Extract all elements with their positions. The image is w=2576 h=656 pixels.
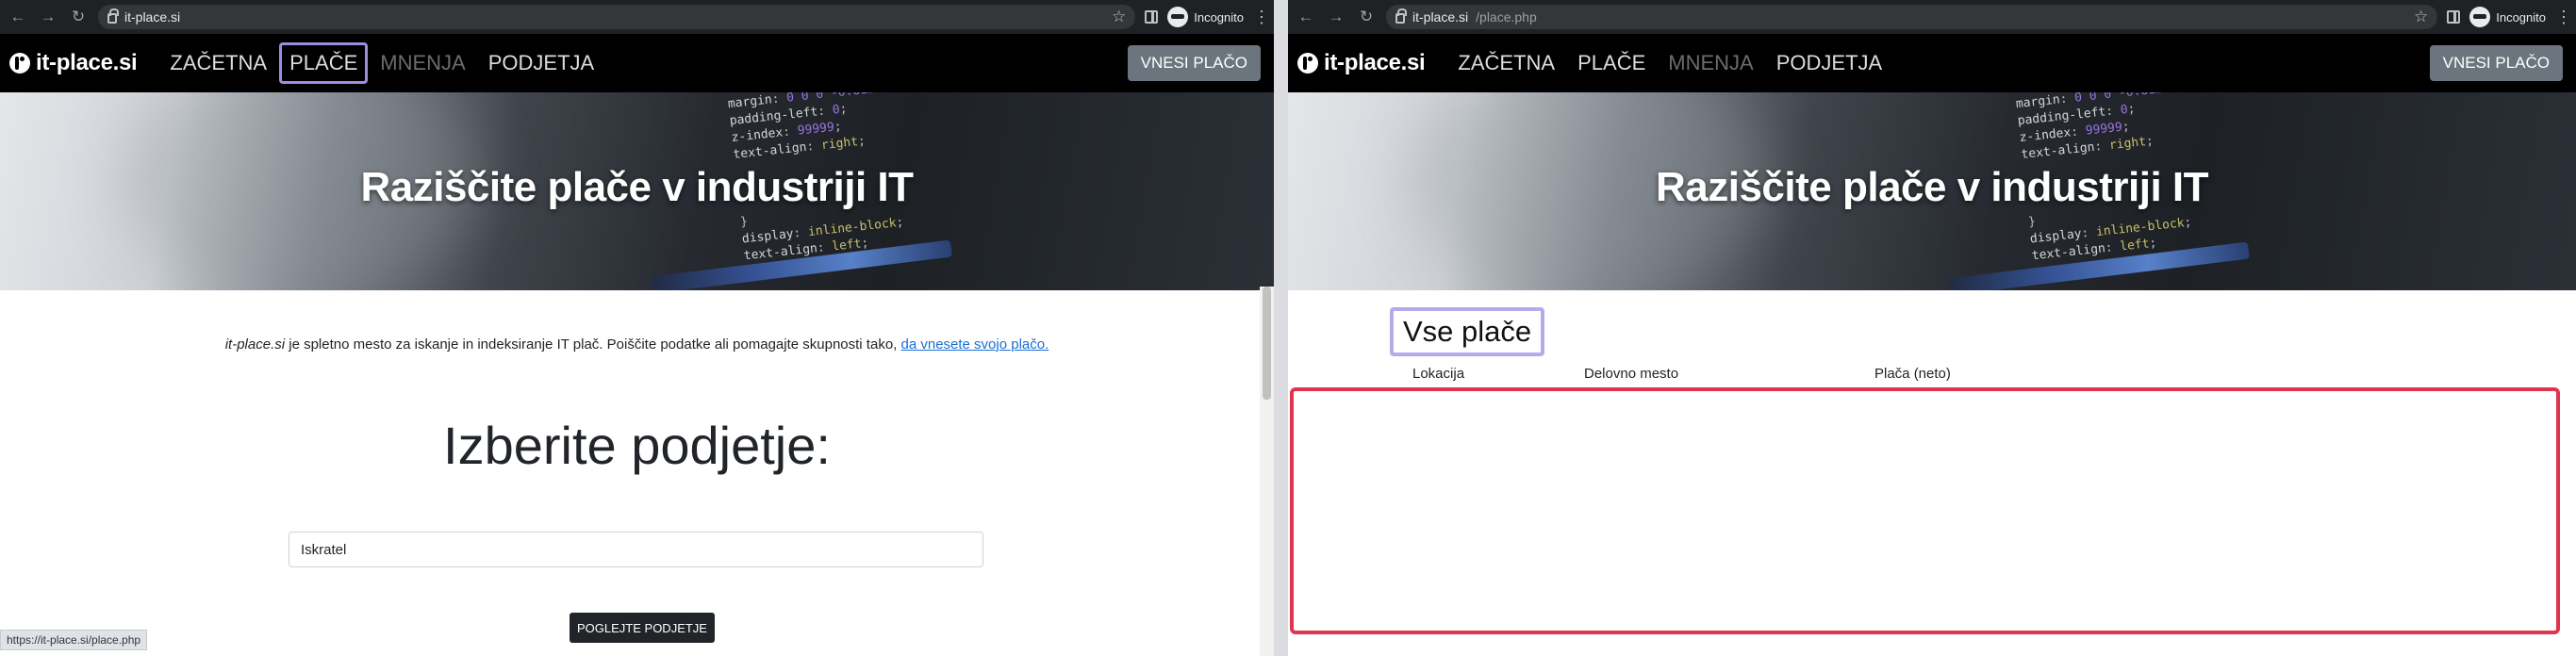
salary-results-area [1290, 387, 2560, 634]
brand-name: it-place.si [1324, 50, 1426, 75]
browser-toolbar: ← → ↻ it-place.si/place.php ☆ Incognito … [1288, 0, 2576, 34]
right-browser-window: ← → ↻ it-place.si/place.php ☆ Incognito … [1288, 0, 2576, 656]
forward-arrow-icon[interactable]: → [38, 7, 58, 27]
url-host: it-place.si [124, 9, 181, 25]
intro-site-name: it-place.si [224, 336, 286, 353]
incognito-label: Incognito [1194, 9, 1244, 25]
browser-menu-icon[interactable]: ⋮ [2555, 8, 2572, 27]
url-host: it-place.si [1412, 9, 1469, 25]
column-header-position[interactable]: Delovno mesto [1584, 366, 1678, 382]
hero-title: Raziščite plače v industriji IT [360, 164, 914, 210]
incognito-profile[interactable]: Incognito [1167, 7, 1244, 27]
site-logo[interactable]: it-place.si [9, 50, 138, 76]
site-navbar: it-place.si ZAČETNA PLAČE MNENJA PODJETJ… [1288, 34, 2576, 92]
hero-banner: margin: 0 0 0 -0.8125em; padding-left: 0… [0, 92, 1274, 290]
column-header-location[interactable]: Lokacija [1412, 366, 1464, 382]
nav-link-mnenja[interactable]: MNENJA [370, 42, 475, 84]
left-browser-window: ← → ↻ it-place.si ☆ Incognito ⋮ it-place… [0, 0, 1274, 656]
brand-name: it-place.si [36, 50, 138, 75]
intro-body: je spletno mesto za iskanje in indeksira… [285, 336, 901, 353]
bookmark-star-icon[interactable]: ☆ [1112, 8, 1126, 26]
browser-menu-icon[interactable]: ⋮ [1253, 8, 1270, 27]
url-path: /place.php [1476, 9, 1537, 25]
reload-icon[interactable]: ↻ [68, 7, 89, 27]
address-bar[interactable]: it-place.si ☆ [98, 5, 1136, 29]
browser-toolbar: ← → ↻ it-place.si ☆ Incognito ⋮ [0, 0, 1274, 34]
side-panel-icon[interactable] [1145, 10, 1159, 24]
site-logo[interactable]: it-place.si [1297, 50, 1426, 76]
incognito-icon [2469, 7, 2491, 27]
intro-text: it-place.si je spletno mesto za iskanje … [0, 336, 1274, 353]
column-header-salary[interactable]: Plača (neto) [1874, 366, 1951, 382]
enter-salary-button[interactable]: VNESI PLAČO [2429, 45, 2563, 81]
choose-company-heading: Izberite podjetje: [443, 416, 831, 475]
window-divider [1274, 0, 1288, 656]
scrollbar-thumb[interactable] [1263, 287, 1271, 400]
nav-link-place[interactable]: PLAČE [1567, 42, 1656, 84]
nav-link-mnenja[interactable]: MNENJA [1658, 42, 1763, 84]
lock-icon [107, 8, 119, 24]
nav-links: ZAČETNA PLAČE MNENJA PODJETJA [159, 42, 606, 84]
nav-link-podjetja[interactable]: PODJETJA [1766, 42, 1892, 84]
hero-title: Raziščite plače v industriji IT [1655, 164, 2209, 210]
page-scrollbar[interactable] [1260, 287, 1274, 656]
site-navbar: it-place.si ZAČETNA PLAČE MNENJA PODJETJ… [0, 34, 1274, 92]
logo-icon [1297, 53, 1318, 74]
back-arrow-icon[interactable]: ← [8, 7, 28, 27]
back-arrow-icon[interactable]: ← [1296, 7, 1316, 27]
address-bar[interactable]: it-place.si/place.php ☆ [1386, 5, 2438, 29]
incognito-icon [1167, 7, 1189, 27]
logo-icon [9, 53, 30, 74]
section-title: Vse plače [1390, 307, 1545, 356]
link-status-bar: https://it-place.si/place.php [0, 630, 148, 650]
hero-banner: margin: 0 0 0 -0.8125em; padding-left: 0… [1288, 92, 2576, 290]
side-panel-icon[interactable] [2447, 10, 2461, 24]
company-input[interactable]: Iskratel [289, 532, 983, 567]
nav-link-zacetna[interactable]: ZAČETNA [1447, 42, 1565, 84]
reload-icon[interactable]: ↻ [1356, 7, 1377, 27]
incognito-profile[interactable]: Incognito [2469, 7, 2546, 27]
view-company-button[interactable]: POGLEJTE PODJETJE [570, 613, 715, 643]
forward-arrow-icon[interactable]: → [1326, 7, 1346, 27]
nav-link-podjetja[interactable]: PODJETJA [478, 42, 604, 84]
nav-links: ZAČETNA PLAČE MNENJA PODJETJA [1447, 42, 1894, 84]
bookmark-star-icon[interactable]: ☆ [2414, 8, 2428, 26]
lock-icon [1395, 8, 1407, 24]
incognito-label: Incognito [2496, 9, 2546, 25]
enter-salary-button[interactable]: VNESI PLAČO [1127, 45, 1261, 81]
enter-salary-link[interactable]: da vnesete svojo plačo. [901, 336, 1049, 353]
nav-link-zacetna[interactable]: ZAČETNA [159, 42, 277, 84]
nav-link-place[interactable]: PLAČE [279, 42, 369, 84]
